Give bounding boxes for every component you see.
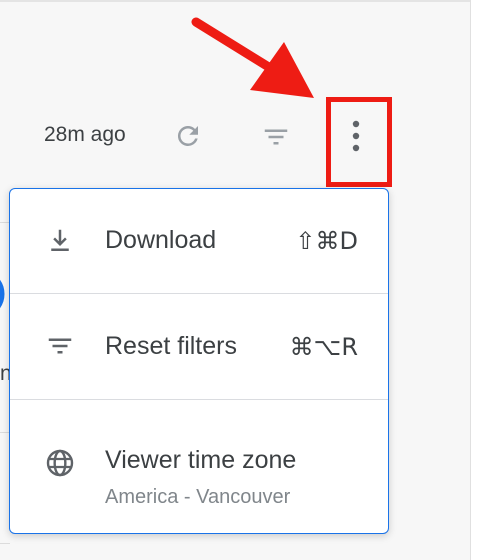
download-icon bbox=[44, 225, 76, 257]
last-updated-label: 28m ago bbox=[44, 123, 126, 146]
menu-item-download[interactable]: Download ⇧⌘D bbox=[10, 189, 388, 293]
more-options-menu: Download ⇧⌘D Reset filters ⌘⌥R Viewer ti… bbox=[9, 188, 389, 534]
filter-button[interactable] bbox=[256, 118, 296, 156]
refresh-button[interactable] bbox=[169, 117, 207, 155]
highlight-box bbox=[326, 97, 392, 187]
menu-item-label: Viewer time zone bbox=[105, 446, 297, 474]
keyboard-shortcut: ⇧⌘D bbox=[295, 227, 358, 255]
keyboard-shortcut: ⌘⌥R bbox=[289, 333, 358, 361]
background-divider bbox=[0, 543, 10, 544]
menu-item-viewer-time-zone[interactable]: Viewer time zone America - Vancouver bbox=[10, 400, 388, 533]
menu-item-label: Reset filters bbox=[105, 332, 237, 360]
right-gutter bbox=[470, 0, 488, 560]
menu-item-label: Download bbox=[105, 226, 217, 254]
filter-icon bbox=[264, 129, 288, 145]
refresh-icon bbox=[177, 125, 198, 146]
globe-icon bbox=[44, 447, 76, 479]
menu-item-reset-filters[interactable]: Reset filters ⌘⌥R bbox=[10, 294, 388, 399]
filter-icon bbox=[44, 330, 76, 362]
time-zone-value: America - Vancouver bbox=[105, 486, 291, 508]
pointer-arrow bbox=[191, 17, 314, 98]
